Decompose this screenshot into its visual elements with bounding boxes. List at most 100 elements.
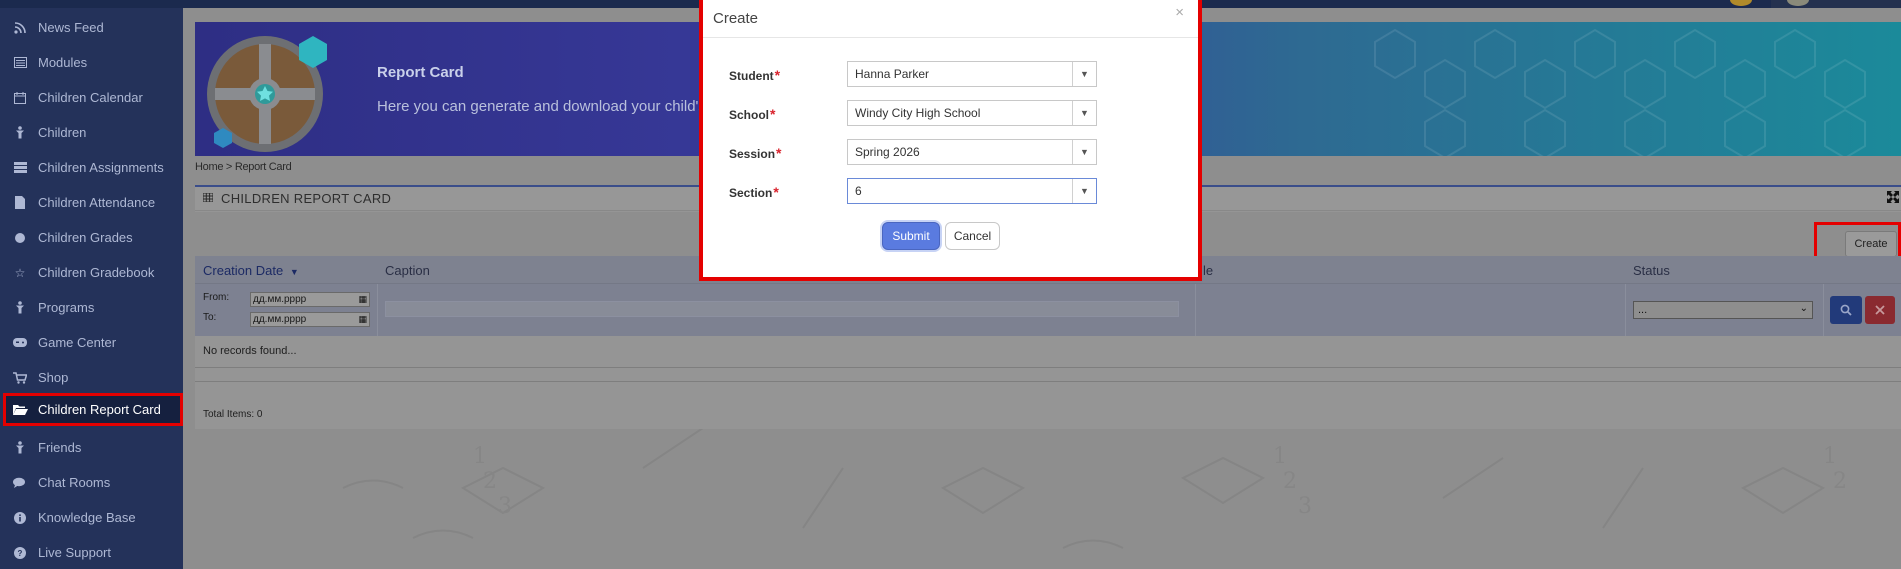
table-row-divider [195, 381, 1901, 382]
from-date-input[interactable]: дд.мм.рррр ▦ [250, 292, 370, 307]
svg-text:3: 3 [498, 494, 512, 519]
user-avatar[interactable] [1787, 0, 1809, 6]
svg-text:2: 2 [1283, 469, 1297, 494]
sidebar-item-label: Children Assignments [38, 160, 164, 175]
school-label-text: School [729, 108, 770, 122]
breadcrumb-home[interactable]: Home [195, 161, 223, 173]
banner-title: Report Card [377, 64, 464, 81]
sidebar-item-children-grades[interactable]: Children Grades [0, 220, 183, 255]
student-select[interactable]: Hanna Parker ▼ [847, 61, 1097, 87]
section-label: Section* [729, 184, 779, 200]
sidebar-item-children-assignments[interactable]: Children Assignments [0, 150, 183, 185]
sort-desc-icon: ▼ [289, 267, 299, 277]
coin-avatar[interactable] [1730, 0, 1752, 6]
calendar-icon[interactable]: ▦ [358, 314, 367, 325]
clear-filter-button[interactable] [1865, 296, 1895, 324]
sidebar-item-label: News Feed [38, 20, 104, 35]
total-items: Total Items: 0 [203, 409, 263, 420]
sidebar-item-friends[interactable]: Friends [0, 430, 183, 465]
close-icon[interactable]: × [1175, 4, 1184, 21]
empty-state-text: No records found... [203, 345, 297, 357]
search-button[interactable] [1830, 296, 1862, 324]
chevron-down-icon: ▼ [1072, 179, 1096, 203]
filter-row: From: дд.мм.рррр ▦ To: дд.мм.рррр ▦ ... … [195, 284, 1901, 336]
chevron-down-icon: ▼ [1072, 140, 1096, 164]
sidebar-item-children-gradebook[interactable]: ☆ Children Gradebook [0, 255, 183, 290]
sidebar-item-children[interactable]: Children [0, 115, 183, 150]
student-label: Student* [729, 67, 780, 83]
breadcrumb: Home > Report Card [195, 161, 292, 173]
sidebar-item-programs[interactable]: Programs [0, 290, 183, 325]
expand-icon[interactable] [1887, 191, 1899, 206]
session-label-text: Session [729, 147, 776, 161]
grades-icon [12, 231, 28, 245]
sidebar-item-live-support[interactable]: ? Live Support [0, 535, 183, 569]
sidebar-item-label: Friends [38, 440, 82, 455]
cancel-button[interactable]: Cancel [945, 222, 1000, 250]
form-row-student: Student* Hanna Parker ▼ [703, 61, 1198, 87]
svg-text:2: 2 [483, 469, 497, 494]
column-caption[interactable]: Caption [385, 263, 430, 278]
chat-icon [12, 476, 28, 490]
cart-icon [12, 371, 28, 385]
school-select[interactable]: Windy City High School ▼ [847, 100, 1097, 126]
search-icon [1840, 304, 1852, 316]
sidebar-item-knowledge-base[interactable]: Knowledge Base [0, 500, 183, 535]
svg-text:1: 1 [1273, 444, 1287, 469]
column-status[interactable]: Status [1633, 263, 1670, 278]
help-icon: ? [12, 546, 28, 560]
section-select[interactable]: 6 ▼ [847, 178, 1097, 204]
sidebar-item-children-attendance[interactable]: Children Attendance [0, 185, 183, 220]
column-divider [1625, 284, 1626, 336]
caption-filter-input[interactable] [385, 301, 1179, 317]
to-date-input[interactable]: дд.мм.рррр ▦ [250, 312, 370, 327]
svg-text:?: ? [18, 549, 23, 558]
sidebar-item-news-feed[interactable]: News Feed [0, 10, 183, 45]
sidebar-item-chat-rooms[interactable]: Chat Rooms [0, 465, 183, 500]
session-select[interactable]: Spring 2026 ▼ [847, 139, 1097, 165]
svg-text:2: 2 [1833, 469, 1847, 494]
user-menu[interactable] [1771, 0, 1901, 8]
column-file[interactable]: le [1203, 263, 1213, 278]
sidebar-item-label: Programs [38, 300, 95, 315]
sidebar-item-children-calendar[interactable]: Children Calendar [0, 80, 183, 115]
session-label: Session* [729, 145, 781, 161]
form-row-session: Session* Spring 2026 ▼ [703, 139, 1198, 165]
modal-header: Create × [703, 0, 1198, 38]
modal-title: Create [713, 10, 759, 27]
to-date-placeholder: дд.мм.рррр [253, 314, 307, 325]
shield-icon [207, 36, 327, 152]
sidebar-item-children-report-card[interactable]: Children Report Card [3, 393, 183, 426]
status-filter-select[interactable]: ... ⌄ [1633, 301, 1813, 319]
folder-open-icon [12, 403, 28, 417]
student-select-value: Hanna Parker [855, 67, 930, 81]
star-icon: ☆ [14, 265, 26, 280]
sidebar-item-game-center[interactable]: Game Center [0, 325, 183, 360]
banner-subtitle: Here you can generate and download your … [377, 98, 706, 115]
chevron-down-icon: ▼ [1072, 62, 1096, 86]
sidebar-item-label: Modules [38, 55, 88, 70]
column-divider [1823, 284, 1824, 336]
table-row-divider [195, 367, 1901, 368]
required-marker: * [774, 67, 781, 83]
sidebar-item-modules[interactable]: Modules [0, 45, 183, 80]
submit-button[interactable]: Submit [882, 222, 940, 250]
create-modal: Create × Student* Hanna Parker ▼ School*… [699, 0, 1202, 281]
section-label-text: Section [729, 186, 773, 200]
section-select-value: 6 [855, 184, 862, 198]
gamepad-icon [12, 336, 28, 350]
sidebar-item-label: Children Grades [38, 230, 133, 245]
from-date-placeholder: дд.мм.рррр [253, 294, 307, 305]
column-divider [1195, 284, 1196, 336]
form-row-school: School* Windy City High School ▼ [703, 100, 1198, 126]
calendar-icon[interactable]: ▦ [358, 294, 367, 305]
create-button[interactable]: Create [1845, 231, 1897, 257]
sidebar-item-shop[interactable]: Shop [0, 360, 183, 395]
school-select-value: Windy City High School [855, 106, 981, 120]
column-creation-date[interactable]: Creation Date ▼ [203, 263, 299, 278]
calendar-icon [12, 91, 28, 105]
sidebar-item-label: Game Center [38, 335, 117, 350]
sidebar-item-label: Chat Rooms [38, 475, 111, 490]
column-creation-date-label: Creation Date [203, 263, 284, 278]
to-label: To: [203, 312, 217, 323]
